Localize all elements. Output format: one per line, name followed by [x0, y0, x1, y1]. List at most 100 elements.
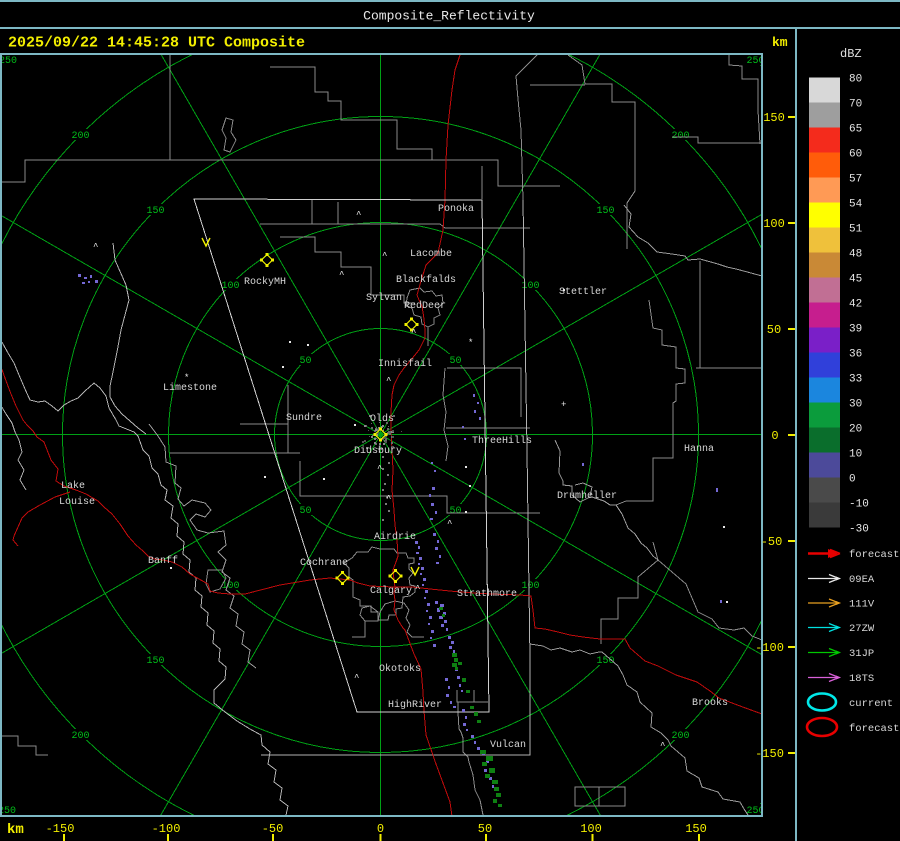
svg-text:51: 51 — [849, 224, 863, 236]
svg-text:42: 42 — [849, 299, 862, 311]
svg-text:^: ^ — [386, 494, 391, 504]
svg-text:-50: -50 — [761, 535, 783, 549]
svg-text:100: 100 — [221, 281, 239, 292]
svg-text:111V: 111V — [849, 599, 875, 611]
svg-text:^: ^ — [93, 242, 98, 252]
svg-text:Louise: Louise — [59, 496, 95, 508]
svg-text:Banff: Banff — [148, 555, 178, 567]
svg-text:dBZ: dBZ — [840, 47, 862, 61]
svg-text:150: 150 — [596, 656, 614, 667]
svg-text:60: 60 — [849, 149, 862, 161]
svg-text:Hanna: Hanna — [684, 444, 714, 455]
svg-text:^: ^ — [660, 741, 665, 751]
svg-text:30: 30 — [849, 399, 862, 411]
svg-text:RockyMH: RockyMH — [244, 276, 286, 288]
svg-text:50: 50 — [478, 822, 492, 836]
svg-text:09EA: 09EA — [849, 574, 875, 586]
svg-text:current: current — [849, 698, 893, 710]
svg-text:150: 150 — [146, 206, 164, 217]
svg-text:ThreeHills: ThreeHills — [472, 435, 532, 447]
svg-text:0: 0 — [849, 474, 856, 486]
svg-text:Sylvan: Sylvan — [366, 292, 402, 304]
svg-text:0: 0 — [771, 429, 778, 443]
svg-text:Composite_Reflectivity: Composite_Reflectivity — [363, 9, 535, 24]
svg-text:54: 54 — [849, 199, 863, 211]
svg-text:-10: -10 — [849, 499, 869, 511]
svg-text:100: 100 — [221, 581, 239, 592]
svg-text:Brooks: Brooks — [692, 697, 728, 709]
svg-text:Airdrie: Airdrie — [374, 531, 416, 543]
svg-text:2025/09/22 14:45:28 UTC Compos: 2025/09/22 14:45:28 UTC Composite — [8, 35, 305, 52]
svg-text:100: 100 — [580, 822, 602, 836]
svg-text:^: ^ — [356, 210, 361, 220]
svg-text:Ponoka: Ponoka — [438, 203, 474, 215]
svg-text:65: 65 — [849, 124, 862, 136]
svg-text:-30: -30 — [849, 524, 869, 536]
svg-text:forecast: forecast — [849, 549, 899, 561]
svg-text:*: * — [184, 373, 189, 383]
svg-text:Limestone: Limestone — [163, 382, 217, 394]
svg-text:70: 70 — [849, 99, 862, 111]
svg-text:Olds: Olds — [370, 413, 394, 425]
svg-text:50: 50 — [299, 356, 311, 367]
svg-text:250: 250 — [0, 56, 17, 67]
svg-text:80: 80 — [849, 74, 862, 86]
svg-text:150: 150 — [146, 656, 164, 667]
svg-text:km: km — [7, 822, 24, 838]
svg-text:^: ^ — [377, 464, 382, 474]
svg-text:Strathmore: Strathmore — [457, 588, 517, 600]
svg-text:Blackfalds: Blackfalds — [396, 274, 456, 286]
svg-text:^: ^ — [386, 376, 391, 386]
svg-text:-100: -100 — [755, 641, 784, 655]
svg-text:^: ^ — [354, 673, 359, 683]
svg-text:^: ^ — [447, 519, 452, 529]
svg-text:Innisfail: Innisfail — [378, 358, 432, 370]
svg-text:39: 39 — [849, 324, 862, 336]
svg-text:50: 50 — [299, 506, 311, 517]
svg-text:*: * — [468, 338, 473, 348]
svg-text:57: 57 — [849, 174, 862, 186]
svg-text:200: 200 — [71, 731, 89, 742]
svg-text:100: 100 — [521, 581, 539, 592]
svg-text:Drumheller: Drumheller — [557, 490, 617, 502]
svg-text:+: + — [561, 400, 566, 410]
svg-text:200: 200 — [671, 731, 689, 742]
svg-text:^: ^ — [339, 270, 344, 280]
svg-text:RedDeer: RedDeer — [404, 300, 446, 312]
svg-text:20: 20 — [849, 424, 862, 436]
svg-text:-150: -150 — [755, 747, 784, 761]
svg-text:200: 200 — [71, 131, 89, 142]
svg-text:Lake: Lake — [61, 480, 85, 492]
svg-text:Didsbury: Didsbury — [354, 445, 402, 457]
svg-text:forecast: forecast — [849, 723, 899, 735]
svg-text:Vulcan: Vulcan — [490, 739, 526, 751]
svg-text:-150: -150 — [46, 822, 75, 836]
svg-text:36: 36 — [849, 349, 862, 361]
svg-text:31JP: 31JP — [849, 648, 874, 660]
svg-text:150: 150 — [763, 111, 785, 125]
svg-text:Calgary: Calgary — [370, 585, 412, 597]
svg-text:50: 50 — [449, 356, 461, 367]
svg-text:Sundre: Sundre — [286, 412, 322, 424]
svg-text:km: km — [772, 35, 788, 50]
svg-text:HighRiver: HighRiver — [388, 699, 442, 711]
svg-text:0: 0 — [377, 822, 384, 836]
svg-text:33: 33 — [849, 374, 862, 386]
svg-text:10: 10 — [849, 449, 862, 461]
svg-text:150: 150 — [685, 822, 707, 836]
svg-text:-50: -50 — [262, 822, 284, 836]
svg-text:^: ^ — [411, 328, 416, 338]
svg-text:45: 45 — [849, 274, 862, 286]
svg-text:^: ^ — [415, 584, 420, 594]
svg-text:Cochrane: Cochrane — [300, 557, 348, 569]
svg-text:Lacombe: Lacombe — [410, 248, 452, 260]
svg-text:-100: -100 — [152, 822, 181, 836]
svg-text:150: 150 — [596, 206, 614, 217]
svg-text:Okotoks: Okotoks — [379, 663, 421, 675]
svg-text:100: 100 — [763, 217, 785, 231]
svg-text:27ZW: 27ZW — [849, 623, 875, 635]
svg-text:50: 50 — [767, 323, 781, 337]
svg-text:Stettler: Stettler — [559, 286, 607, 298]
svg-text:18TS: 18TS — [849, 673, 874, 685]
svg-text:48: 48 — [849, 249, 862, 261]
